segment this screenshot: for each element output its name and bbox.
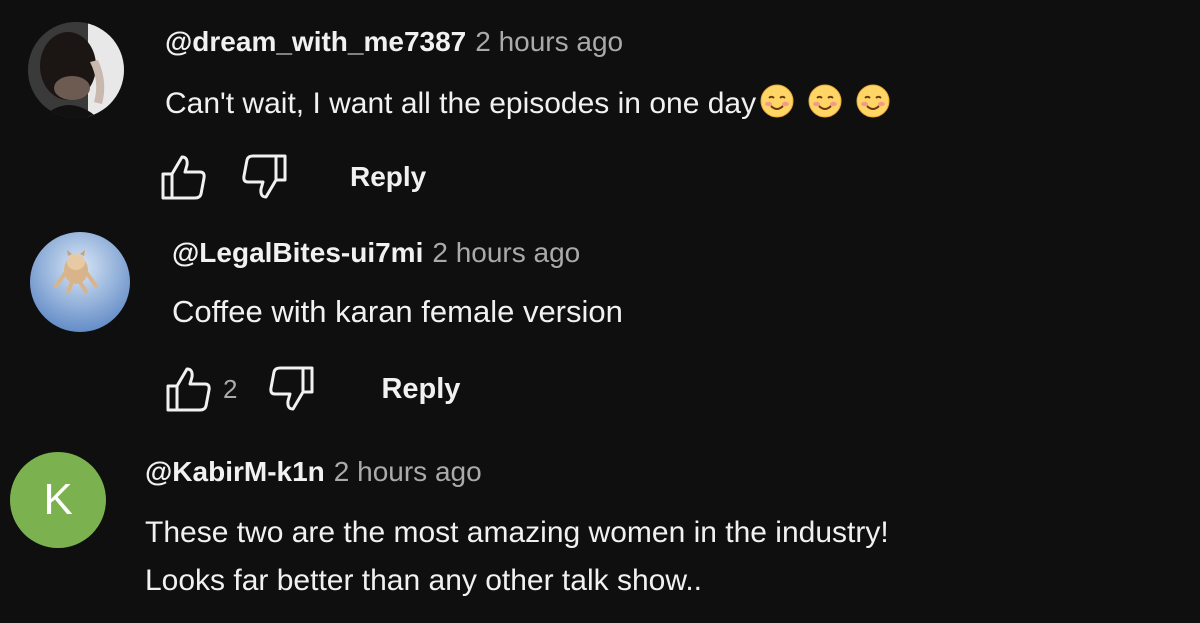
thumbs-up-icon [166,367,211,412]
like-count: 2 [223,373,238,404]
smiling-face-emoji-icon [856,84,890,126]
author-handle[interactable]: @LegalBites-ui7mi [172,237,423,269]
comment-header: @LegalBites-ui7mi 2 hours ago [172,237,580,269]
dislike-button[interactable] [240,154,288,200]
thumbs-up-icon [161,155,206,200]
comment-line: Looks far better than any other talk sho… [145,564,702,597]
avatar[interactable] [28,22,124,118]
thumbs-down-icon [242,154,287,199]
avatar[interactable]: K [10,452,106,548]
smiling-face-emoji-icon [808,84,842,126]
dislike-button[interactable] [267,366,315,412]
comment-line: These two are the most amazing women in … [145,516,889,549]
comment-body: Can't wait, I want all the episodes in o… [165,86,757,120]
like-button[interactable] [165,366,213,412]
like-button[interactable] [160,154,208,200]
avatar-letter: K [43,475,73,524]
reply-button[interactable]: Reply [350,161,426,193]
avatar[interactable] [30,232,130,332]
timestamp[interactable]: 2 hours ago [334,456,482,488]
comment-text: Coffee with karan female version [172,294,623,329]
comment-header: @dream_with_me7387 2 hours ago [165,26,623,58]
author-handle[interactable]: @KabirM-k1n [145,456,325,488]
smiling-face-emoji-icon [760,84,794,126]
reply-button[interactable]: Reply [381,373,460,406]
comment-text: Can't wait, I want all the episodes in o… [165,84,890,126]
author-handle[interactable]: @dream_with_me7387 [165,26,466,58]
thumbs-down-icon [269,366,314,411]
comment-actions: 2 Reply [165,366,460,412]
comment-header: @KabirM-k1n 2 hours ago [145,456,482,488]
comment-text: These two are the most amazing women in … [145,509,1145,605]
comment-actions: Reply [160,154,426,200]
timestamp[interactable]: 2 hours ago [432,237,580,269]
timestamp[interactable]: 2 hours ago [475,26,623,58]
